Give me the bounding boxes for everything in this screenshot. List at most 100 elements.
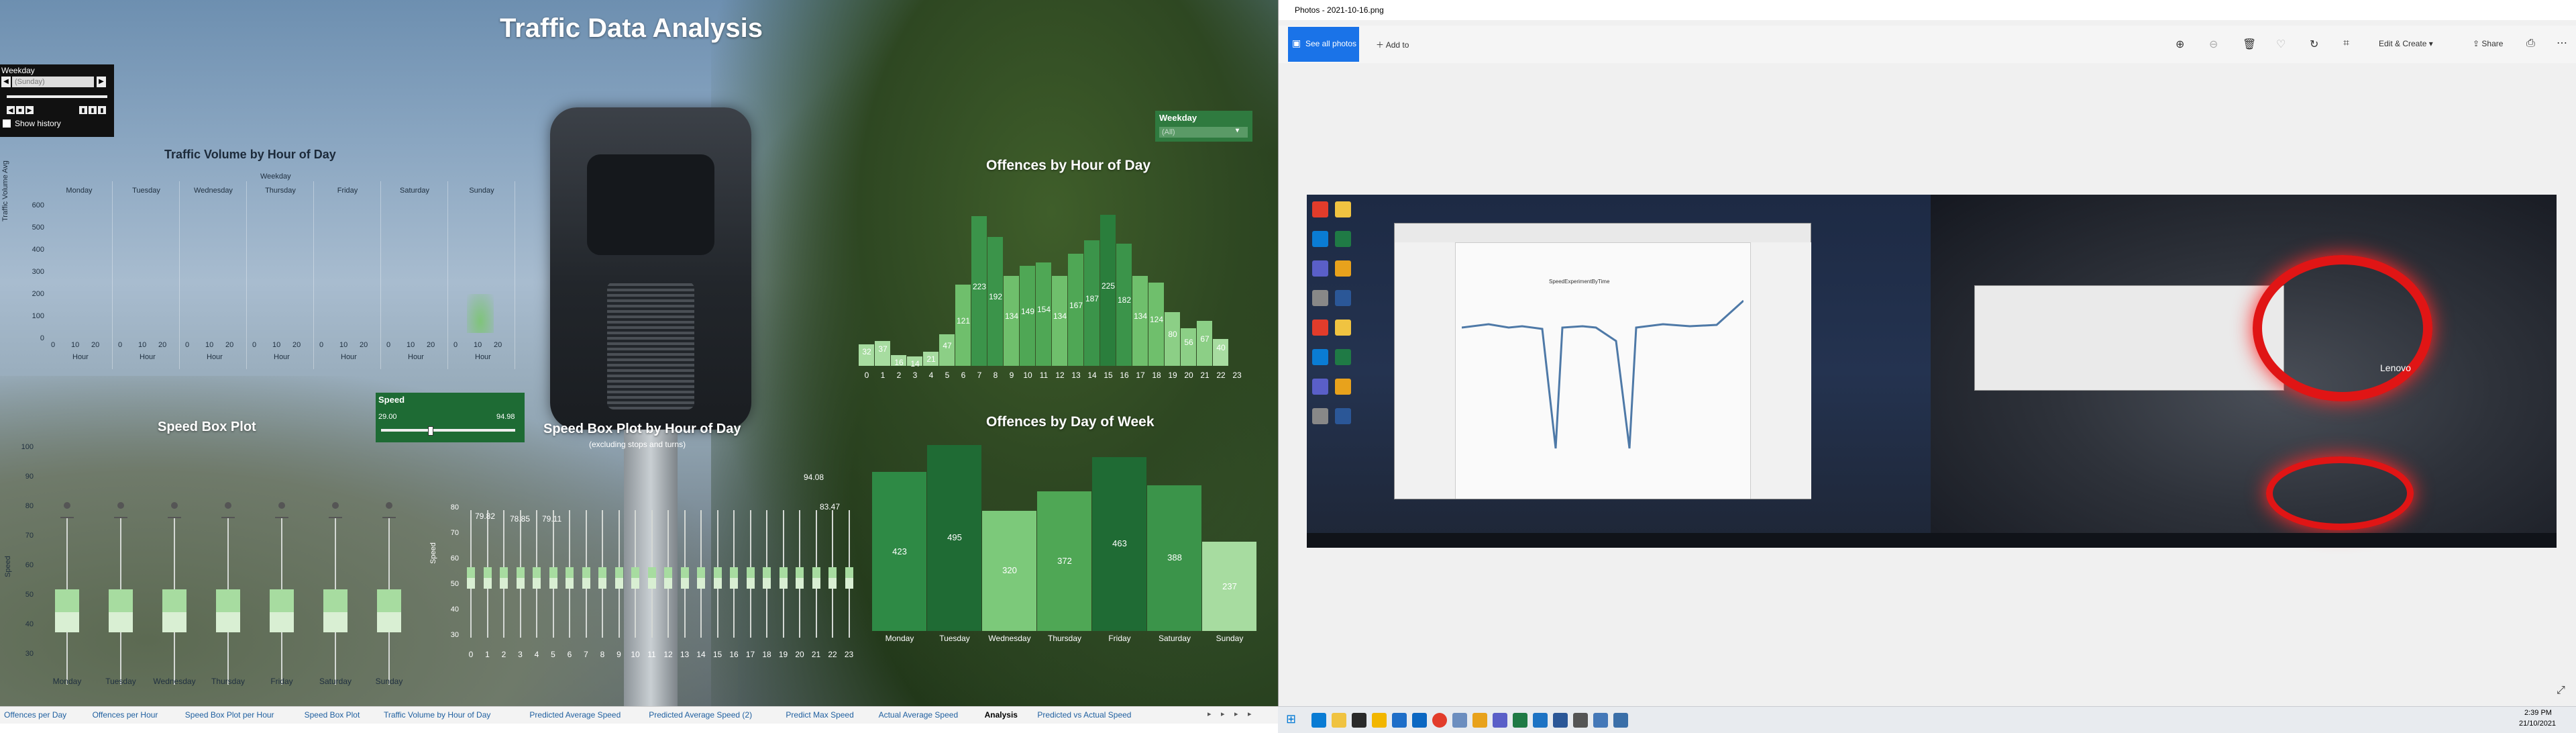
box-hour-ytick: 30 — [450, 631, 459, 639]
file-explorer-icon[interactable] — [1332, 713, 1346, 728]
weekday-filter-widget[interactable]: Weekday ◀ (Sunday) ▶ ◀ ■ ▶ ▮ ▮ ▮ Show hi… — [0, 64, 114, 137]
edge-icon[interactable] — [1311, 713, 1326, 728]
tableau-dashboard: Traffic Data Analysis Weekday ◀ (Sunday)… — [0, 0, 1278, 706]
photo-image[interactable]: SpeedExperimentByTime Lenovo — [1307, 195, 2557, 548]
volume-ylabel: Traffic Volume Avg — [1, 160, 9, 222]
weekday-filter-right[interactable]: Weekday (All) ▾ — [1155, 111, 1252, 142]
box-whisker-cap — [221, 517, 235, 518]
more-icon[interactable]: ⋯ — [2557, 36, 2567, 50]
teams-icon[interactable] — [1493, 713, 1507, 728]
box-hour-lower — [680, 578, 689, 589]
sheet-tab[interactable]: Offences per Day — [4, 710, 66, 720]
sheet-nav-prev-icon[interactable]: ▸ — [1221, 710, 1225, 718]
box-hour-upper — [467, 567, 475, 578]
weekday-right-select[interactable]: (All) — [1159, 127, 1248, 138]
start-icon[interactable]: ⊞ — [1286, 712, 1296, 726]
back-icon[interactable]: ◀ — [7, 106, 15, 114]
vscode-icon[interactable] — [1533, 713, 1548, 728]
app-icon[interactable] — [1372, 713, 1387, 728]
chrome-icon[interactable] — [1432, 713, 1447, 728]
speed-slider-thumb[interactable] — [428, 426, 433, 436]
camera-lens — [587, 154, 714, 255]
add-to-button[interactable]: ＋ Add to — [1376, 39, 1409, 50]
photos-titlebar: Photos - 2021-10-16.png — [1279, 0, 2576, 20]
volume-xtick: 0 — [51, 341, 56, 349]
offences-hour-xtick: 10 — [1023, 371, 1032, 380]
photos-icon[interactable] — [1613, 713, 1628, 728]
speed-med-icon[interactable]: ▮ — [89, 106, 97, 114]
filter-slider[interactable] — [7, 95, 107, 98]
app-icon[interactable] — [1452, 713, 1467, 728]
app-icon[interactable] — [1472, 713, 1487, 728]
box-annotation: 78.85 — [510, 514, 531, 524]
sheet-tab[interactable]: Traffic Volume by Hour of Day — [384, 710, 490, 720]
clock-date[interactable]: 21/10/2021 — [2519, 720, 2556, 728]
volume-day-header: Friday — [337, 187, 358, 195]
show-history-checkbox[interactable] — [3, 119, 11, 128]
weekday-select[interactable]: (Sunday) — [12, 77, 94, 87]
box-lower — [270, 612, 294, 632]
volume-ytick: 300 — [32, 268, 44, 276]
zoom-out-icon[interactable]: ⊖ — [2209, 38, 2218, 51]
sheet-tab[interactable]: Offences per Hour — [93, 710, 158, 720]
next-arrow-icon[interactable]: ▶ — [97, 77, 106, 87]
rotate-icon[interactable]: ↻ — [2310, 38, 2318, 51]
box-hour-xtick: 23 — [844, 650, 854, 659]
box-day-xtick: Saturday — [319, 677, 352, 686]
offences-hour-xtick: 13 — [1071, 371, 1081, 380]
add-to-label: Add to — [1385, 40, 1409, 50]
app-icon[interactable] — [1412, 713, 1427, 728]
zoom-in-icon[interactable]: ⊕ — [2176, 38, 2184, 51]
box-hour-upper — [796, 567, 804, 578]
sheet-nav-last-icon[interactable]: ▸ — [1248, 710, 1252, 718]
offences-week-xtick: Thursday — [1047, 634, 1082, 643]
play-icon[interactable]: ▶ — [25, 106, 34, 114]
crop-icon[interactable]: ⌗ — [2343, 38, 2349, 50]
fullscreen-icon[interactable]: ⤢ — [2557, 685, 2565, 697]
app-icon[interactable] — [1573, 713, 1588, 728]
offences-hour-bar — [1084, 240, 1099, 366]
word-icon[interactable] — [1553, 713, 1568, 728]
chevron-down-icon[interactable]: ▾ — [1236, 127, 1239, 134]
print-icon[interactable]: ⎙ — [2526, 38, 2535, 50]
offences-hour-xtick: 5 — [945, 371, 950, 380]
speed-filter-widget[interactable]: Speed 29.00 94.98 — [376, 393, 525, 442]
sheet-tab[interactable]: Predict Max Speed — [786, 710, 853, 720]
excel-icon[interactable] — [1513, 713, 1527, 728]
clock-time[interactable]: 2:39 PM — [2524, 709, 2552, 717]
box-day-xtick: Thursday — [211, 677, 246, 686]
desktop-icons — [1309, 197, 1383, 520]
volume-xtick: 10 — [407, 341, 415, 349]
sheet-nav-next-icon[interactable]: ▸ — [1234, 710, 1238, 718]
tableau-icon[interactable] — [1593, 713, 1608, 728]
box-hour-lower — [500, 578, 508, 589]
store-icon[interactable] — [1352, 713, 1366, 728]
speed-slider-track[interactable] — [381, 426, 515, 436]
sheet-tab[interactable]: Speed Box Plot per Hour — [185, 710, 274, 720]
delete-icon[interactable]: 🗑 — [2243, 38, 2256, 51]
speed-fast-icon[interactable]: ▮ — [98, 106, 106, 114]
stop-icon[interactable]: ■ — [16, 106, 24, 114]
edit-create-button[interactable]: Edit & Create ▾ — [2379, 39, 2433, 48]
app-icon[interactable] — [1392, 713, 1407, 728]
box-hour-ytick: 60 — [450, 554, 459, 563]
volume-xtick: 10 — [71, 341, 80, 349]
box-day-xtick: Wednesday — [153, 677, 196, 686]
sheet-tab[interactable]: Analysis — [985, 710, 1018, 720]
see-all-photos-button[interactable]: ▣ See all photos — [1288, 27, 1359, 62]
sheet-nav-first-icon[interactable]: ▸ — [1208, 710, 1212, 718]
sheet-tab[interactable]: Predicted Average Speed — [529, 710, 621, 720]
share-button[interactable]: ⇪ Share — [2473, 39, 2503, 48]
inner-line-chart — [1462, 299, 1743, 449]
favorite-icon[interactable]: ♡ — [2276, 38, 2286, 51]
box-hour-xtick: 6 — [567, 650, 572, 659]
box-day-xtick: Sunday — [375, 677, 403, 686]
sheet-tab[interactable]: Predicted Average Speed (2) — [649, 710, 752, 720]
offences-hour-xtick: 3 — [912, 371, 918, 380]
sheet-tab[interactable]: Predicted vs Actual Speed — [1037, 710, 1131, 720]
sheet-tab[interactable]: Speed Box Plot — [305, 710, 360, 720]
sheet-tab[interactable]: Actual Average Speed — [879, 710, 959, 720]
speed-slow-icon[interactable]: ▮ — [79, 106, 87, 114]
volume-day-header: Sunday — [469, 187, 494, 195]
prev-arrow-icon[interactable]: ◀ — [1, 77, 11, 87]
